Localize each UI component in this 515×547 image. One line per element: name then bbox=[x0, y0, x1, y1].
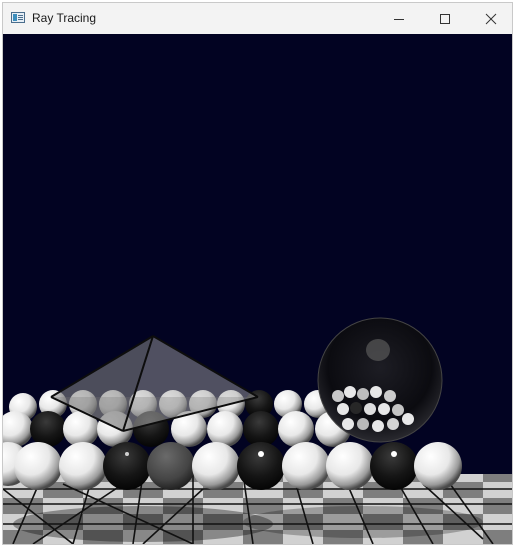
title-bar[interactable]: Ray Tracing bbox=[3, 3, 512, 34]
glass-sphere bbox=[317, 317, 443, 443]
window-title: Ray Tracing bbox=[32, 11, 97, 25]
render-canvas bbox=[3, 34, 512, 544]
maximize-icon bbox=[440, 13, 450, 24]
minimize-icon bbox=[394, 18, 404, 20]
app-window-icon bbox=[11, 12, 25, 23]
sphere-row-front bbox=[3, 442, 462, 490]
minimize-button[interactable] bbox=[376, 3, 422, 34]
close-button[interactable] bbox=[468, 3, 512, 34]
app-window: Ray Tracing bbox=[2, 2, 513, 545]
ray-traced-scene bbox=[3, 317, 512, 544]
maximize-button[interactable] bbox=[422, 3, 468, 34]
close-icon bbox=[485, 13, 497, 24]
